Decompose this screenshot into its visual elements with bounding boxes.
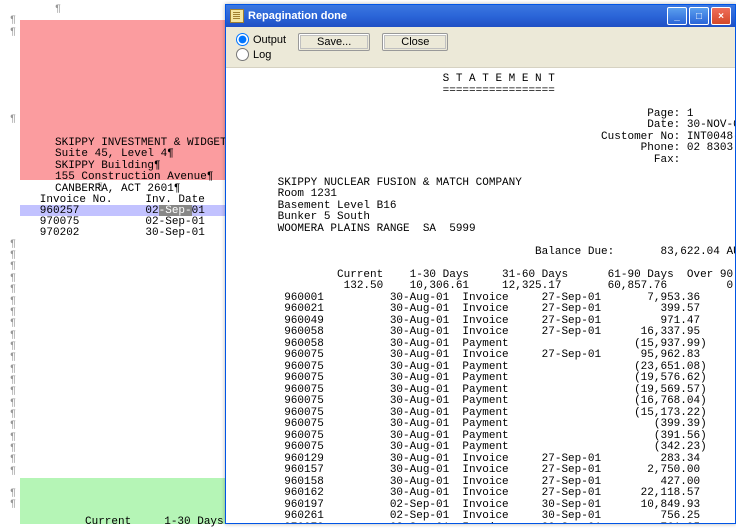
close-button[interactable]: ×	[711, 7, 731, 25]
radio-output[interactable]: Output	[236, 33, 286, 46]
save-button[interactable]: Save...	[298, 33, 370, 51]
radio-log[interactable]: Log	[236, 48, 286, 61]
titlebar[interactable]: Repagination done _ □ ×	[226, 5, 735, 27]
minimize-button[interactable]: _	[667, 7, 687, 25]
dialog-title: Repagination done	[248, 10, 347, 22]
output-textarea[interactable]: S T A T E M E N T ================= Page…	[226, 68, 735, 523]
document-icon	[230, 9, 244, 23]
maximize-button[interactable]: □	[689, 7, 709, 25]
green-aging-text: Current 1-30 Days	[85, 516, 224, 528]
close-dialog-button[interactable]: Close	[382, 33, 448, 51]
repagination-dialog: Repagination done _ □ × Output Log Save.…	[225, 4, 736, 524]
controls-row: Output Log Save... Close	[226, 27, 735, 68]
